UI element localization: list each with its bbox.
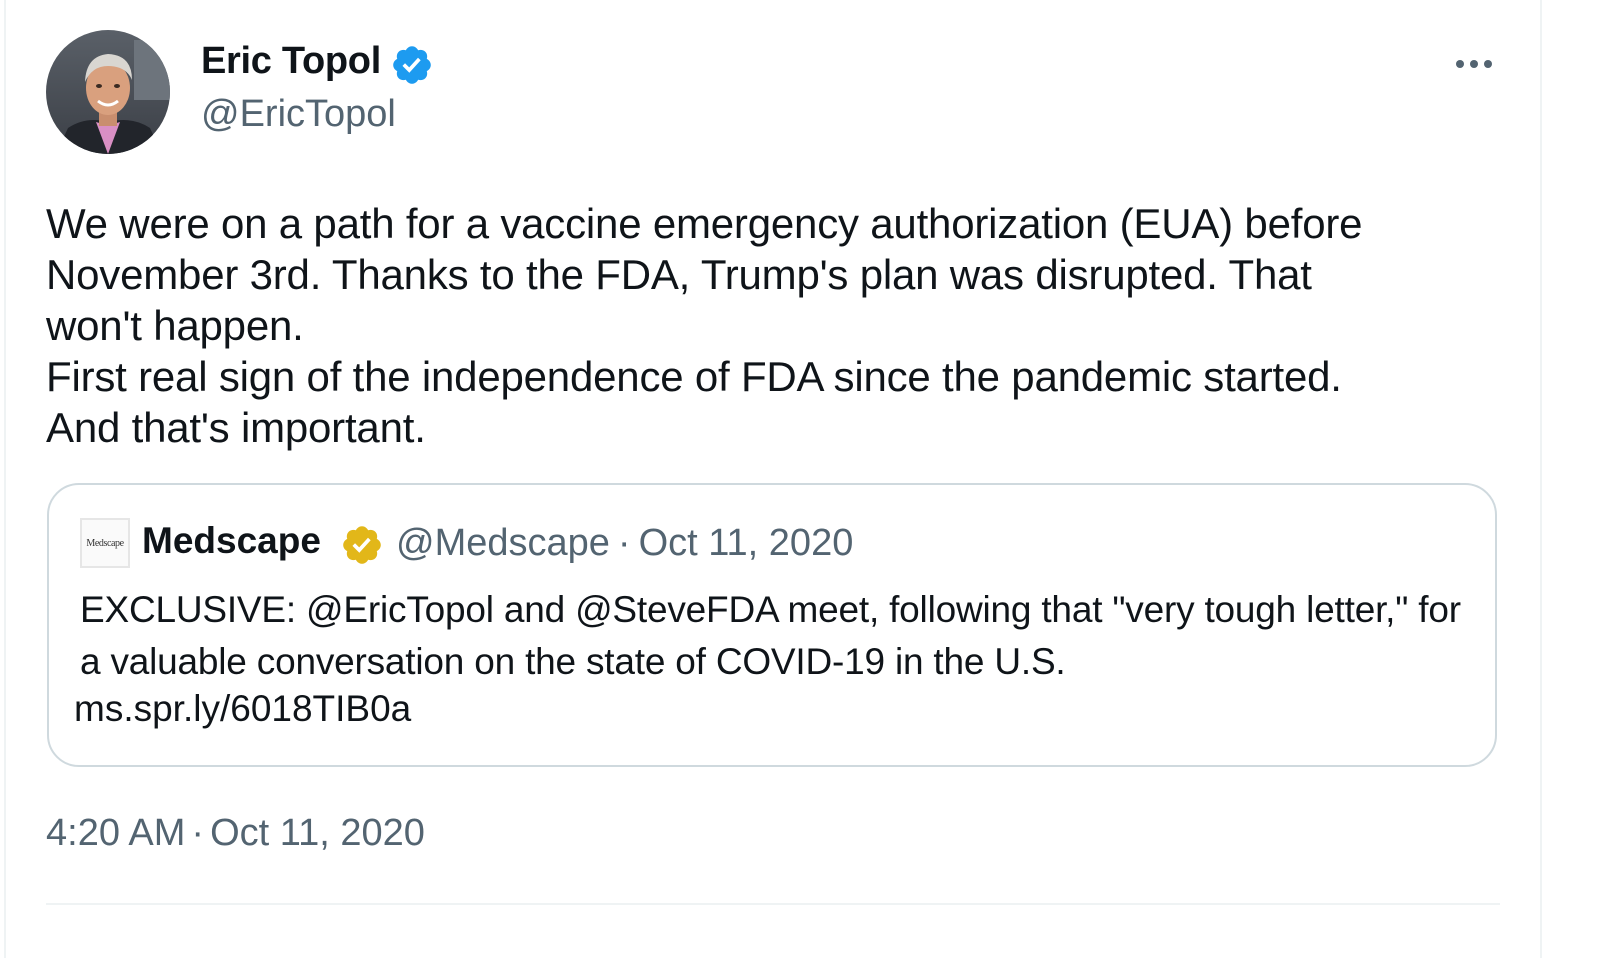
divider [46, 903, 1500, 905]
tweet-text: We were on a path for a vaccine emergenc… [46, 200, 1363, 451]
frame-left-edge [4, 0, 6, 958]
tweet-timestamp[interactable]: 4:20 AM · Oct 11, 2020 [46, 812, 425, 855]
quoted-date[interactable]: Oct 11, 2020 [639, 522, 854, 564]
author-avatar[interactable] [46, 30, 170, 154]
author-handle[interactable]: @EricTopol [201, 93, 396, 136]
quoted-author-handle[interactable]: @Medscape [396, 522, 610, 564]
verified-badge-icon [393, 46, 431, 84]
meta-separator: · [617, 522, 631, 564]
more-horizontal-icon [1456, 60, 1492, 68]
frame-right-edge [1540, 0, 1542, 958]
quoted-meta: @Medscape · Oct 11, 2020 [396, 522, 853, 565]
tweet-time: 4:20 AM [46, 812, 186, 854]
author-name[interactable]: Eric Topol [201, 40, 381, 83]
tweet-date: Oct 11, 2020 [210, 812, 425, 854]
quoted-tweet-text: EXCLUSIVE: @EricTopol and @SteveFDA meet… [80, 589, 1461, 682]
verified-badge-icon [343, 526, 381, 564]
timestamp-separator: · [191, 812, 205, 854]
more-options-button[interactable] [1448, 44, 1500, 84]
quoted-tweet-link[interactable]: ms.spr.ly/6018TIB0a [74, 688, 411, 730]
quoted-author-name[interactable]: Medscape [142, 520, 321, 562]
quoted-avatar[interactable]: Medscape [80, 518, 130, 568]
